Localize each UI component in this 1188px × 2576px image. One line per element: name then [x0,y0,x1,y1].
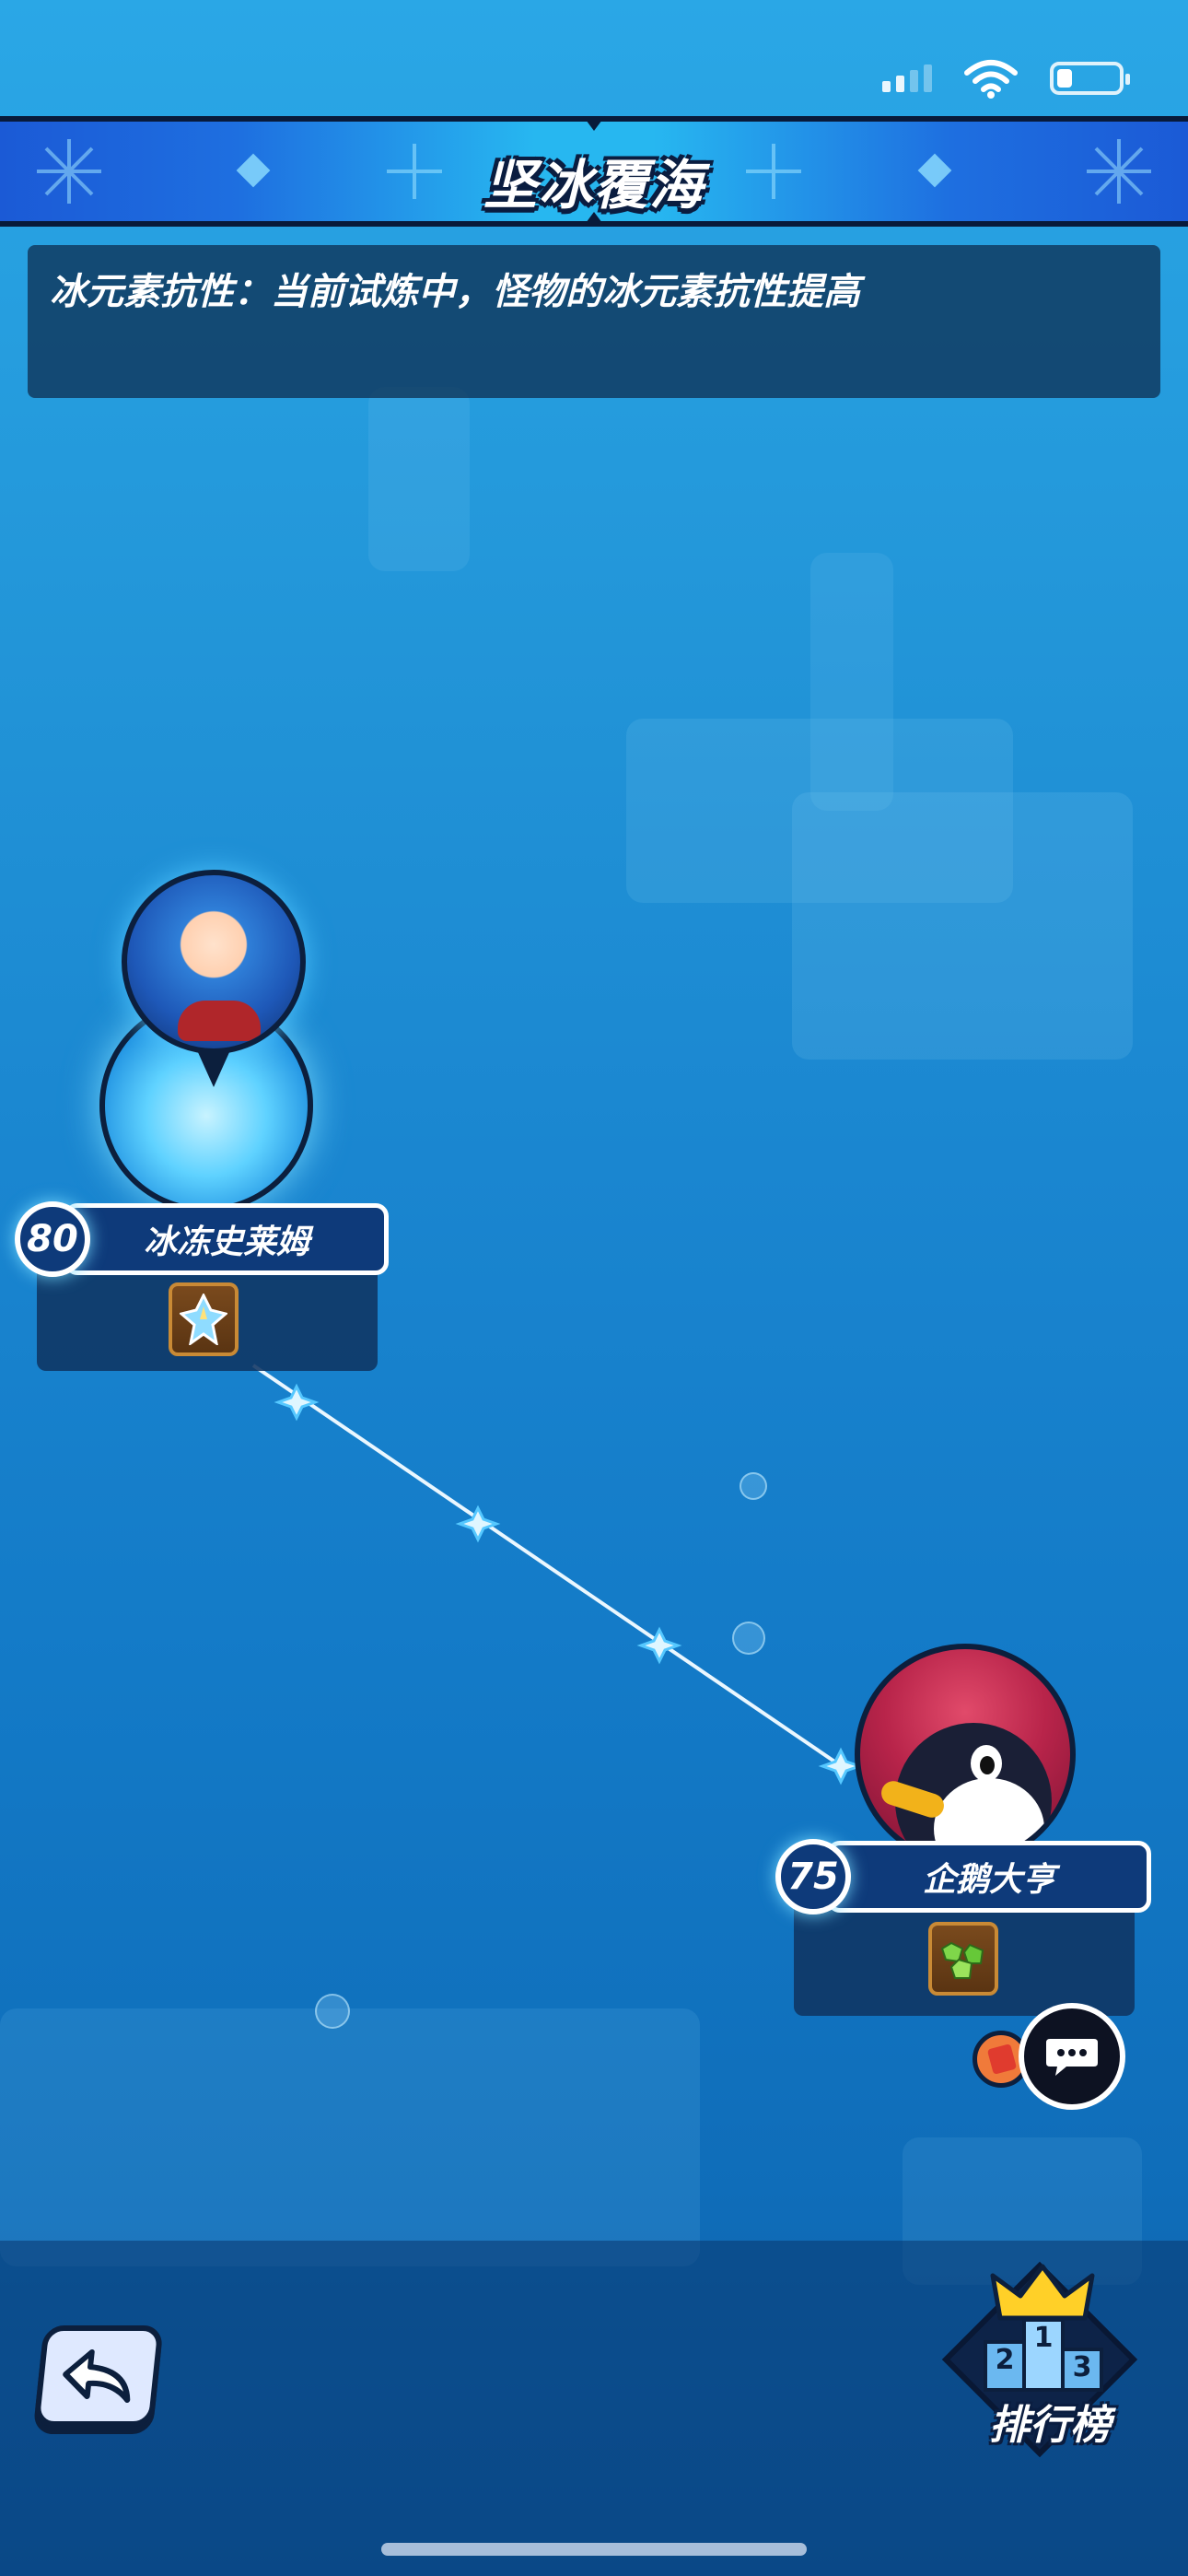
blue-haired-hero-avatar [122,870,306,1054]
path-star-icon [274,1383,320,1422]
monster-name: 企鹅大亨 [922,1861,1055,1899]
reward-slot[interactable] [169,1282,239,1356]
back-arrow-icon [63,2349,131,2403]
level-badge: 75 [775,1839,851,1914]
monster-name: 冰冻史莱姆 [143,1224,309,1261]
leaderboard-label: 排行榜 [989,2402,1111,2449]
level-number: 75 [787,1856,839,1898]
green-gems-icon [940,1941,984,1979]
level-badge: 80 [15,1201,90,1277]
level-number: 80 [27,1218,78,1260]
podium-third: 3 [1061,2348,1103,2392]
chat-button[interactable] [967,2003,1133,2113]
reward-slot[interactable] [928,1922,998,1996]
stage-node-80[interactable]: 冰冻史莱姆 80 [9,870,396,1376]
podium-first: 1 [1022,2318,1065,2392]
leaderboard-button[interactable]: 1 2 3 排行榜 [941,2257,1144,2460]
stage-node-75[interactable]: 企鹅大亨 75 [772,1644,1159,2021]
blue-crystal-icon [180,1294,227,1345]
podium-icon: 1 2 3 [984,2318,1103,2392]
home-indicator[interactable] [381,2543,807,2556]
monster-name-bar: 冰冻史莱姆 [64,1203,389,1275]
back-button[interactable] [33,2325,164,2427]
penguin-boss-avatar [855,1644,1076,1865]
monster-name-bar: 企鹅大亨 [827,1841,1151,1913]
podium-second: 2 [984,2340,1026,2392]
chat-bubble-icon [1019,2003,1125,2110]
path-star-icon [455,1505,501,1543]
